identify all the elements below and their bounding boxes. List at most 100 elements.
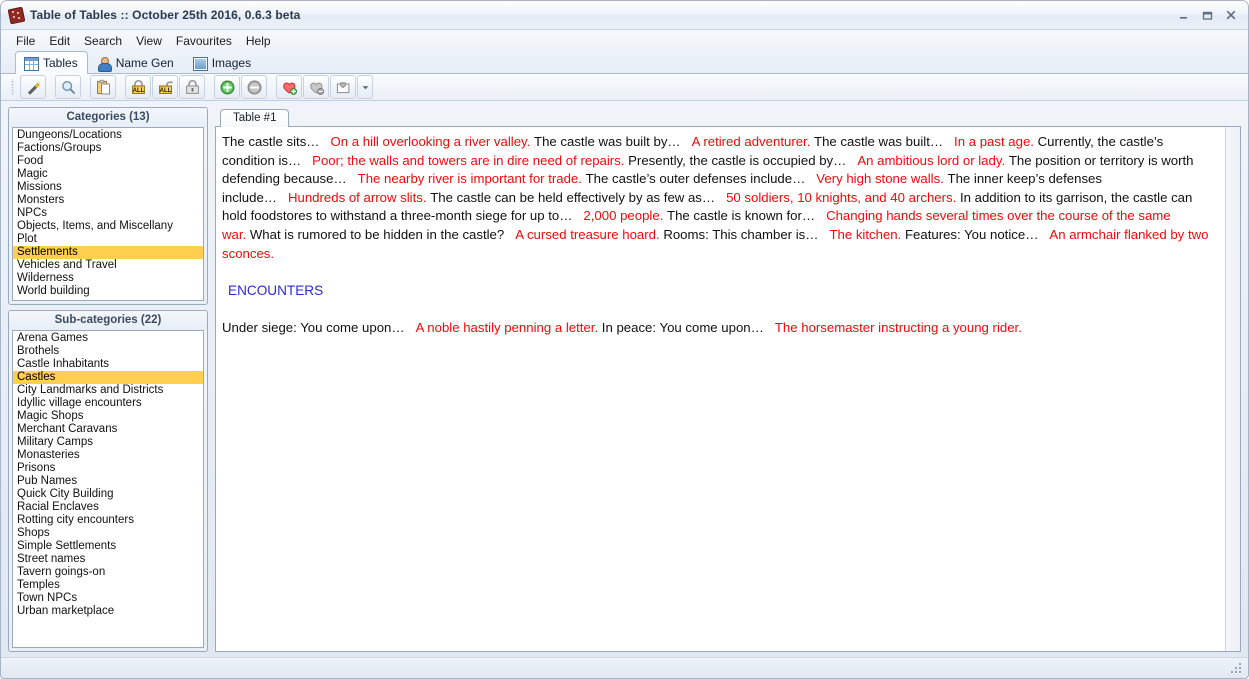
menu-bar: File Edit Search View Favourites Help: [1, 30, 1248, 51]
search-button[interactable]: [55, 75, 81, 99]
add-button[interactable]: [214, 75, 240, 99]
list-item[interactable]: Tavern goings-on: [13, 566, 203, 579]
list-item[interactable]: Merchant Caravans: [13, 423, 203, 436]
application-window: Table of Tables :: October 25th 2016, 0.…: [0, 0, 1249, 679]
tab-tables-label: Tables: [43, 56, 78, 70]
list-item[interactable]: Castle Inhabitants: [13, 358, 203, 371]
remove-button[interactable]: [241, 75, 267, 99]
list-item[interactable]: Temples: [13, 579, 203, 592]
toolbar: ALL ALL: [1, 74, 1248, 101]
tab-images-label: Images: [211, 55, 252, 70]
list-item[interactable]: Pub Names: [13, 475, 203, 488]
tab-name-gen[interactable]: Name Gen: [88, 51, 184, 73]
list-item[interactable]: Factions/Groups: [13, 142, 203, 155]
menu-favourites[interactable]: Favourites: [169, 32, 239, 50]
menu-search[interactable]: Search: [77, 32, 129, 50]
main-body: Categories (13) Dungeons/Locations Facti…: [1, 101, 1248, 657]
segment-gap: [347, 171, 358, 186]
prompt-text: The castle is known for…: [667, 208, 816, 224]
list-item[interactable]: Vehicles and Travel: [13, 259, 203, 272]
list-item[interactable]: World building: [13, 285, 203, 298]
list-item-selected[interactable]: Settlements: [13, 246, 203, 259]
generate-wand-button[interactable]: [20, 75, 46, 99]
plus-circle-green-icon: [220, 80, 234, 94]
close-icon[interactable]: [1220, 5, 1242, 25]
list-item[interactable]: NPCs: [13, 207, 203, 220]
list-item[interactable]: Military Camps: [13, 436, 203, 449]
tab-images[interactable]: Images: [184, 51, 261, 73]
list-item[interactable]: Monasteries: [13, 449, 203, 462]
list-item[interactable]: Quick City Building: [13, 488, 203, 501]
favourites-folder-button[interactable]: [330, 75, 356, 99]
result-value: The horsemaster instructing a young ride…: [774, 319, 1022, 335]
segment-gap: [764, 320, 775, 335]
list-item[interactable]: Town NPCs: [13, 592, 203, 605]
list-item[interactable]: Objects, Items, and Miscellany: [13, 220, 203, 233]
categories-listbox[interactable]: Dungeons/Locations Factions/Groups Food …: [12, 127, 204, 301]
result-value: Hundreds of arrow slits.: [287, 189, 427, 205]
result-value: The nearby river is important for trade.: [357, 171, 582, 187]
tab-tables[interactable]: Tables: [15, 51, 88, 74]
list-item[interactable]: Urban marketplace: [13, 605, 203, 618]
maximize-icon[interactable]: [1196, 5, 1218, 25]
segment-gap: [943, 134, 954, 149]
list-item[interactable]: Missions: [13, 181, 203, 194]
list-item[interactable]: Food: [13, 155, 203, 168]
unlock-all-button[interactable]: ALL: [152, 75, 178, 99]
list-item[interactable]: City Landmarks and Districts: [13, 384, 203, 397]
subcategories-listbox[interactable]: Arena Games Brothels Castle Inhabitants …: [12, 330, 204, 648]
list-item[interactable]: Shops: [13, 527, 203, 540]
subcategories-title: Sub-categories (22): [9, 311, 207, 330]
list-item[interactable]: Brothels: [13, 345, 203, 358]
list-item-selected[interactable]: Castles: [13, 371, 203, 384]
vertical-scrollbar[interactable]: [1225, 127, 1240, 651]
picture-icon: [192, 56, 208, 71]
list-item[interactable]: Racial Enclaves: [13, 501, 203, 514]
list-item[interactable]: Wilderness: [13, 272, 203, 285]
lock-all-button[interactable]: ALL: [125, 75, 151, 99]
encounters-paragraph: Under siege: You come upon… A noble hast…: [222, 320, 1022, 335]
list-item[interactable]: Monsters: [13, 194, 203, 207]
list-item[interactable]: Magic: [13, 168, 203, 181]
title-bar: Table of Tables :: October 25th 2016, 0.…: [1, 1, 1248, 30]
list-item[interactable]: Simple Settlements: [13, 540, 203, 553]
tab-table-1[interactable]: Table #1: [220, 109, 290, 127]
result-value: Poor; the walls and towers are in dire n…: [312, 152, 625, 168]
copy-clipboard-button[interactable]: [90, 75, 116, 99]
remove-favourite-button[interactable]: [303, 75, 329, 99]
result-value: In a past age.: [954, 134, 1034, 149]
menu-view[interactable]: View: [129, 32, 169, 50]
list-item[interactable]: Idyllic village encounters: [13, 397, 203, 410]
magnifier-icon: [61, 80, 75, 94]
toolbar-grip[interactable]: [10, 79, 15, 95]
menu-file[interactable]: File: [9, 32, 42, 50]
window-title: Table of Tables :: October 25th 2016, 0.…: [30, 8, 301, 22]
lock-button[interactable]: [179, 75, 205, 99]
list-item[interactable]: Rotting city encounters: [13, 514, 203, 527]
result-paragraph: The castle sits… On a hill overlooking a…: [222, 134, 1208, 261]
list-item[interactable]: Magic Shops: [13, 410, 203, 423]
prompt-text: Rooms: This chamber is…: [663, 226, 819, 242]
segment-gap: [846, 153, 857, 168]
list-item[interactable]: Arena Games: [13, 332, 203, 345]
result-text[interactable]: The castle sits… On a hill overlooking a…: [216, 127, 1225, 651]
list-item[interactable]: Prisons: [13, 462, 203, 475]
magic-wand-icon: [27, 80, 40, 95]
result-value: 2,000 people.: [583, 208, 664, 224]
favourites-dropdown-button[interactable]: [357, 75, 373, 99]
resize-grip-icon[interactable]: [1230, 662, 1243, 675]
list-item[interactable]: Plot: [13, 233, 203, 246]
prompt-text: Under siege: You come upon…: [222, 319, 405, 335]
segment-gap: [277, 190, 288, 205]
list-item[interactable]: Street names: [13, 553, 203, 566]
prompt-text: What is rumored to be hidden in the cast…: [249, 226, 505, 242]
list-item[interactable]: Dungeons/Locations: [13, 129, 203, 142]
prompt-text: The castle was built…: [814, 134, 944, 149]
heart-plus-icon: [282, 82, 297, 95]
menu-edit[interactable]: Edit: [42, 32, 77, 50]
result-value: Very high stone walls.: [816, 171, 944, 187]
menu-help[interactable]: Help: [239, 32, 278, 50]
add-favourite-button[interactable]: [276, 75, 302, 99]
minimize-icon[interactable]: [1172, 5, 1194, 25]
